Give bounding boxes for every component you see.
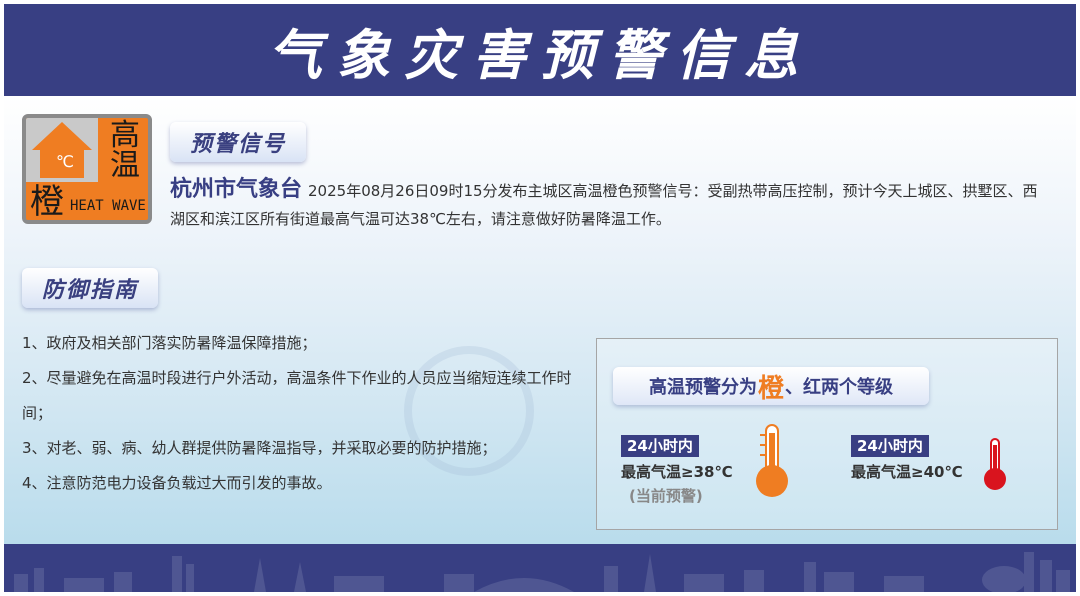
orange-thermometer-icon [756, 424, 788, 497]
content-area: ℃ 高 温 橙 HEAT WAVE 预警信号 杭州市气象台 2025年08月26日… [4, 96, 1076, 544]
guide-item: 2、尽量避免在高温时段进行户外活动，高温条件下作业的人员应当缩短连续工作时间； [22, 369, 572, 422]
badge-unit: ℃ [56, 152, 74, 171]
guide-item: 3、对老、弱、病、幼人群提供防暑降温指导，并采取必要的防护措施； [22, 439, 497, 457]
levels-title-suffix: 、红两个等级 [785, 377, 893, 398]
guide-list: 1、政府及相关部门落实防暑降温保障措施； 2、尽量避免在高温时段进行户外活动，高… [22, 326, 582, 501]
issuing-bureau: 杭州市气象台 [170, 177, 303, 202]
signal-heading-label: 预警信号 [189, 132, 286, 157]
signal-heading: 预警信号 [170, 122, 306, 162]
guide-heading: 防御指南 [22, 268, 158, 308]
guide-heading-label: 防御指南 [41, 278, 138, 303]
warning-message: 杭州市气象台 2025年08月26日09时15分发布主城区高温橙色预警信号：受副热… [170, 176, 1050, 233]
heat-wave-orange-badge: ℃ 高 温 橙 HEAT WAVE [22, 114, 152, 224]
orange-level-tag: 24小时内 [621, 435, 699, 457]
skyline-silhouette [14, 552, 1070, 592]
levels-title-highlight: 橙 [757, 373, 784, 404]
guide-item: 1、政府及相关部门落实防暑降温保障措施； [22, 334, 317, 352]
house-icon [32, 122, 92, 178]
guide-item: 4、注意防范电力设备负载过大而引发的事故。 [22, 474, 332, 492]
warning-poster: 气象灾害预警信息 ℃ 高 温 橙 HEAT WAVE 预警信号 杭州市气象台 20… [4, 4, 1076, 592]
badge-char-temp: 温 [110, 148, 140, 183]
badge-level: 橙 [30, 182, 64, 222]
orange-level-note: (当前预警) [629, 487, 703, 505]
badge-english: HEAT WAVE [70, 198, 146, 214]
city-skyline-footer [4, 544, 1076, 592]
levels-title: 高温预警分为橙、红两个等级 [613, 367, 929, 405]
title-banner: 气象灾害预警信息 [4, 4, 1076, 96]
red-thermometer-icon [984, 438, 1006, 490]
red-level-tag: 24小时内 [851, 435, 929, 457]
page-title: 气象灾害预警信息 [268, 23, 812, 87]
levels-title-prefix: 高温预警分为 [648, 377, 757, 398]
warning-levels-panel: 高温预警分为橙、红两个等级 24小时内 最高气温≥38℃ (当前预警) 24小时… [596, 338, 1058, 530]
orange-level-condition: 最高气温≥38℃ [621, 463, 733, 481]
red-level-condition: 最高气温≥40℃ [851, 463, 963, 481]
